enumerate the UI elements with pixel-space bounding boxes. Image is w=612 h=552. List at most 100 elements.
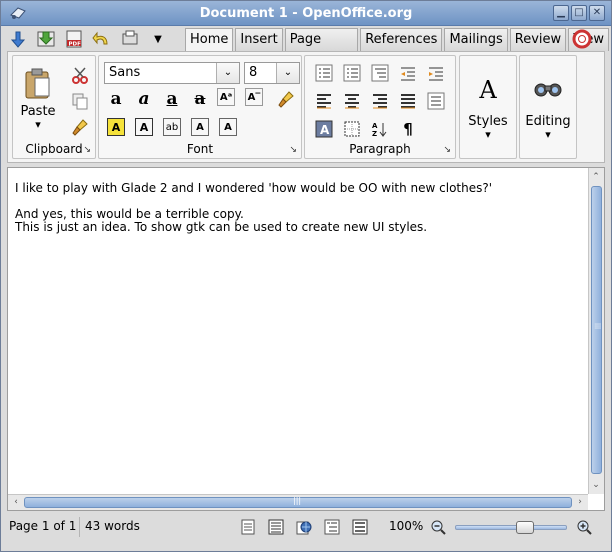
clipboard-group: Paste ▾ Clipboard ↘ [12, 55, 96, 159]
copy-icon[interactable] [69, 90, 91, 112]
vertical-scrollbar[interactable]: ⌃ ||| ⌄ [588, 168, 604, 494]
font-size-value: 8 [249, 65, 258, 80]
shrink-font-icon[interactable]: A [219, 118, 237, 136]
line-spacing-icon[interactable] [425, 90, 447, 112]
chevron-down-icon[interactable]: ⌄ [276, 63, 299, 83]
scroll-down-icon[interactable]: ⌄ [589, 478, 603, 492]
word-count: 43 words [85, 519, 140, 533]
styles-button[interactable]: A Styles ▾ [459, 55, 517, 159]
horizontal-scrollbar[interactable]: ‹ ||| › [8, 494, 588, 510]
paste-dropdown-arrow[interactable]: ▾ [17, 118, 59, 131]
undo-icon[interactable] [91, 28, 113, 50]
grow-font-icon[interactable]: A [191, 118, 209, 136]
zoom-out-icon[interactable] [429, 518, 447, 536]
export-pdf-icon[interactable]: PDF [63, 28, 85, 50]
zoom-slider-thumb[interactable] [515, 521, 534, 534]
italic-icon[interactable]: a [133, 88, 155, 110]
justify-icon[interactable] [397, 90, 419, 112]
document-text[interactable]: I like to play with Glade 2 and I wonder… [15, 182, 492, 234]
font-color-icon[interactable]: A [135, 118, 153, 136]
ribbon-tabs: Home Insert Page Layout References Maili… [185, 28, 611, 69]
web-layout-globe-icon[interactable] [295, 518, 313, 536]
save-icon[interactable] [35, 28, 57, 50]
styles-icon: A [479, 76, 497, 104]
zoom-slider[interactable] [455, 521, 567, 534]
font-dialog-launcher[interactable]: ↘ [289, 145, 297, 155]
help-lifebuoy-icon[interactable] [569, 28, 595, 50]
tab-review[interactable]: Review [509, 28, 567, 51]
scroll-up-icon[interactable]: ⌃ [589, 170, 603, 184]
title-bar[interactable]: Document 1 - OpenOffice.org ▁ □ ✕ [1, 1, 611, 26]
draft-view-icon[interactable] [239, 518, 257, 536]
horizontal-scroll-thumb[interactable]: ||| [24, 496, 572, 508]
maximize-icon[interactable]: □ [571, 5, 587, 21]
tab-mailings[interactable]: Mailings [444, 28, 508, 51]
svg-text:A: A [372, 122, 378, 130]
sort-icon[interactable]: AZ [369, 118, 391, 140]
chevron-down-icon[interactable]: ⌄ [216, 63, 239, 83]
print-layout-icon[interactable] [267, 518, 285, 536]
ribbon-panel: Paste ▾ Clipboard ↘ Sans ⌄ 8 ⌄ a a a a A… [7, 51, 605, 163]
binoculars-icon [520, 78, 576, 102]
close-icon[interactable]: ✕ [589, 5, 605, 21]
tab-references[interactable]: References [360, 28, 443, 51]
scroll-right-icon[interactable]: › [573, 495, 587, 509]
tab-page-layout[interactable]: Page Layout [284, 28, 359, 69]
font-group: Sans ⌄ 8 ⌄ a a a a Aᵃ A‾ A A ab A A Font [98, 55, 302, 159]
tab-home[interactable]: Home [185, 28, 234, 52]
font-size-combo[interactable]: 8 ⌄ [244, 62, 300, 84]
highlight-color-icon[interactable]: A [107, 118, 125, 136]
svg-text:A: A [320, 123, 330, 137]
scroll-left-icon[interactable]: ‹ [9, 495, 23, 509]
svg-text:Z: Z [372, 130, 377, 138]
multilevel-list-icon[interactable] [369, 62, 391, 84]
editing-button[interactable]: Editing ▾ [519, 55, 577, 159]
subscript-icon[interactable]: A‾ [245, 88, 263, 106]
borders-icon[interactable] [341, 118, 363, 140]
superscript-icon[interactable]: Aᵃ [217, 88, 235, 106]
scroll-grip-icon: ||| [594, 323, 601, 330]
svg-text:PDF: PDF [69, 42, 82, 48]
paste-button-label[interactable]: Paste [17, 104, 59, 119]
application-window: Document 1 - OpenOffice.org ▁ □ ✕ PDF ▼ … [0, 0, 612, 552]
clear-format-brush-icon[interactable] [275, 88, 297, 110]
document-area[interactable]: I like to play with Glade 2 and I wonder… [7, 167, 605, 511]
clipboard-dialog-launcher[interactable]: ↘ [83, 145, 91, 155]
page-count: Page 1 of 1 [9, 519, 77, 533]
paragraph-dialog-launcher[interactable]: ↘ [443, 145, 451, 155]
font-name-combo[interactable]: Sans ⌄ [104, 62, 240, 84]
align-left-icon[interactable] [313, 90, 335, 112]
editing-dropdown-arrow: ▾ [545, 128, 551, 141]
shading-icon[interactable]: A [313, 118, 335, 140]
align-center-icon[interactable] [341, 90, 363, 112]
bullet-list-icon[interactable] [313, 62, 335, 84]
format-painter-brush-icon[interactable] [69, 116, 91, 138]
decrease-indent-icon[interactable] [397, 62, 419, 84]
full-screen-view-icon[interactable] [351, 518, 369, 536]
print-preview-icon[interactable] [119, 28, 141, 50]
customize-dropdown-icon[interactable]: ▼ [147, 28, 169, 50]
bold-icon[interactable]: a [105, 88, 127, 110]
paragraph-group-label: Paragraph [349, 142, 411, 156]
minimize-icon[interactable]: ▁ [553, 5, 569, 21]
paste-clipboard-icon[interactable] [23, 68, 51, 100]
pilcrow-icon[interactable]: ¶ [397, 118, 419, 140]
window-title: Document 1 - OpenOffice.org [199, 6, 413, 21]
change-case-icon[interactable]: ab [163, 118, 181, 136]
document-line: I like to play with Glade 2 and I wonder… [15, 181, 493, 195]
numbered-list-icon[interactable] [341, 62, 363, 84]
zoom-percentage: 100% [389, 519, 424, 533]
align-right-icon[interactable] [369, 90, 391, 112]
status-divider [79, 517, 80, 537]
quick-access-toolbar: PDF ▼ [7, 27, 169, 51]
zoom-in-icon[interactable] [575, 518, 593, 536]
tab-insert[interactable]: Insert [235, 28, 283, 51]
styles-label: Styles [468, 114, 508, 129]
strikethrough-icon[interactable]: a [189, 88, 211, 110]
outline-view-icon[interactable] [323, 518, 341, 536]
download-arrow-icon[interactable] [7, 28, 29, 50]
underline-icon[interactable]: a [161, 88, 183, 110]
vertical-scroll-thumb[interactable]: ||| [591, 186, 602, 474]
increase-indent-icon[interactable] [425, 62, 447, 84]
cut-scissors-icon[interactable] [69, 64, 91, 86]
